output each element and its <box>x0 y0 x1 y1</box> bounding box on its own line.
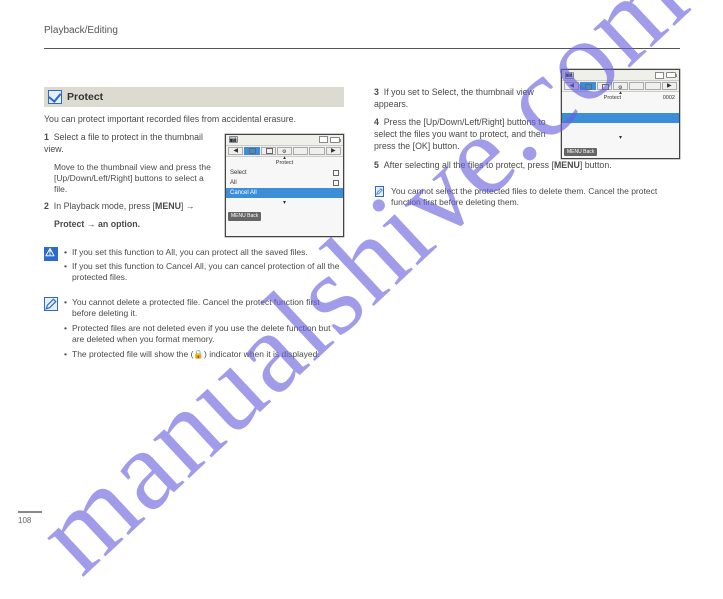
page-header: Playback/Editing <box>44 25 684 36</box>
checkmark-icon <box>48 90 62 104</box>
caution-item-2: If you set this function to Cancel All, … <box>64 261 344 284</box>
camera-icon: 📷 <box>565 72 574 79</box>
pencil-icon <box>375 186 384 197</box>
tab-camera <box>244 147 259 155</box>
camera-menu-screenshot-2: 📷 ◀ ▶ <box>561 69 680 159</box>
camera-menu-screenshot-1: 📷 ◀ ▶ Protect▴ <box>225 134 344 237</box>
section-title: Protect <box>67 91 103 103</box>
note-right-text: You cannot select the protected files to… <box>391 186 674 208</box>
info-note: You cannot delete a protected file. Canc… <box>44 297 344 363</box>
tab-settings <box>613 82 628 90</box>
menu-back-label-2: MENU Back <box>564 148 597 157</box>
menu-item-all: All <box>226 178 343 188</box>
tab-extra-2 <box>645 82 660 90</box>
stack-icon <box>333 180 339 186</box>
tab-arrow-right: ▶ <box>326 147 341 155</box>
right-column: 3 If you set to Select, the thumbnail vi… <box>374 87 674 363</box>
battery-icon <box>666 72 676 78</box>
tab-arrow-left: ◀ <box>564 82 579 90</box>
note-item-2: Protected files are not deleted even if … <box>64 323 344 346</box>
thumb-row-2-selected <box>562 113 679 123</box>
tab-extra-2 <box>309 147 324 155</box>
thumb-row-1 <box>562 103 679 113</box>
menu-count: 0002 <box>663 95 679 102</box>
info-note-right: You cannot select the protected files to… <box>374 186 674 208</box>
menu-item-cancel-all: Cancel All <box>226 188 343 198</box>
caution-item-1: If you set this function to All, you can… <box>64 247 344 258</box>
tab-movie <box>261 147 276 155</box>
thumb-row-3 <box>562 123 679 133</box>
caution-icon <box>44 247 58 261</box>
section-body: You can protect important recorded files… <box>44 114 344 363</box>
menu-header-text-2: Protect 0002 ▴ <box>562 94 679 103</box>
down-arrow-icon: ▾ <box>226 198 343 208</box>
section-heading-protect: Protect <box>44 87 344 107</box>
tab-extra-1 <box>293 147 308 155</box>
intro-text: You can protect important recorded files… <box>44 114 344 126</box>
step-2-cont: Protect → an option. <box>54 219 217 231</box>
caution-note: If you set this function to All, you can… <box>44 247 344 287</box>
header-rule <box>44 48 680 49</box>
tab-movie <box>597 82 612 90</box>
step-2: 2 In Playback mode, press [MENU] → <box>44 201 217 213</box>
note-item-1: You cannot delete a protected file. Canc… <box>64 297 344 320</box>
page-number: 108 <box>18 511 42 525</box>
folder-icon <box>333 170 339 176</box>
tab-arrow-left: ◀ <box>228 147 243 155</box>
step-1: 1 Select a file to protect in the thumbn… <box>44 132 217 156</box>
sd-card-icon <box>319 136 328 143</box>
menu-header-text: Protect▴ <box>226 159 343 168</box>
step-5: 5 After selecting all the files to prote… <box>374 160 674 172</box>
down-arrow-icon: ▾ <box>562 133 679 143</box>
tab-camera <box>580 82 595 90</box>
pencil-icon <box>44 297 58 311</box>
left-column: Protect You can protect important record… <box>44 87 344 363</box>
camera-icon: 📷 <box>229 136 238 143</box>
step-3: 3 If you set to Select, the thumbnail vi… <box>374 87 554 111</box>
battery-icon <box>330 137 340 143</box>
step-1-sub: Move to the thumbnail view and press the… <box>54 162 217 195</box>
step-4: 4 Press the [Up/Down/Left/Right] buttons… <box>374 117 554 153</box>
page-content: Playback/Editing Protect You can protect… <box>44 25 684 363</box>
tab-settings <box>277 147 292 155</box>
menu-item-select: Select <box>226 168 343 178</box>
tab-extra-1 <box>629 82 644 90</box>
tab-arrow-right: ▶ <box>662 82 677 90</box>
menu-back-label: MENU Back <box>228 212 261 221</box>
note-item-3: The protected file will show the (🔒) ind… <box>64 349 344 360</box>
sd-card-icon <box>655 72 664 79</box>
